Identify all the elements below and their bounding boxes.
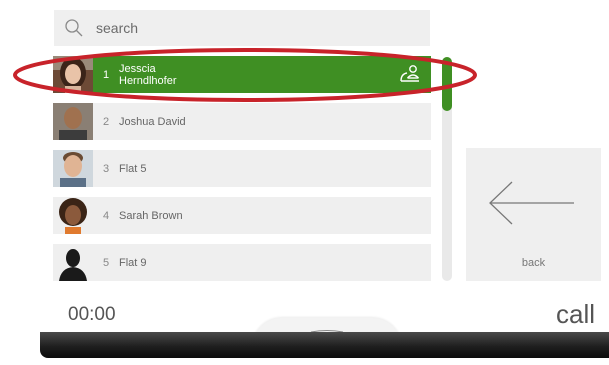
search-bar[interactable]: search [54, 10, 430, 46]
contact-name: Jesscia Herndlhofer [119, 63, 176, 87]
intercom-screen: search 1 Jesscia Herndlhofer 2 Joshua Da… [0, 0, 609, 348]
contact-row-1[interactable]: 1 Jesscia Herndlhofer [53, 56, 431, 93]
device-bezel-shadow [40, 332, 609, 358]
contact-number: 3 [102, 162, 110, 175]
bald-man-photo [53, 103, 93, 140]
contact-row-4[interactable]: 4 Sarah Brown [53, 197, 431, 234]
avatar [53, 244, 93, 281]
contact-number: 2 [102, 115, 110, 128]
back-label: back [521, 257, 546, 269]
contact-name-line1: Jesscia [119, 62, 156, 75]
scrollbar-thumb[interactable] [442, 57, 452, 111]
contact-name: Flat 9 [119, 256, 147, 269]
contact-name: Joshua David [119, 115, 186, 128]
contact-row-3[interactable]: 3 Flat 5 [53, 150, 431, 187]
woman-photo [53, 56, 93, 93]
call-timer: 00:00 [68, 304, 116, 325]
contact-row-2[interactable]: 2 Joshua David [53, 103, 431, 140]
call-button[interactable]: call [556, 299, 595, 330]
contact-number: 4 [102, 209, 110, 222]
search-placeholder: search [96, 20, 139, 36]
curly-hair-woman-photo [53, 197, 93, 234]
silhouette-icon [53, 244, 93, 281]
contact-name: Flat 5 [119, 162, 147, 175]
avatar [53, 150, 93, 187]
contact-number: 5 [102, 256, 110, 269]
contact-row-5[interactable]: 5 Flat 9 [53, 244, 431, 281]
smiling-man-photo [53, 150, 93, 187]
person-call-icon [400, 65, 420, 82]
avatar [53, 56, 93, 93]
contact-name-line2: Herndlhofer [119, 74, 177, 87]
search-icon [65, 19, 83, 37]
back-button[interactable]: back [466, 148, 601, 281]
contact-name: Sarah Brown [119, 209, 183, 222]
arrow-left-icon [489, 181, 574, 225]
contact-number: 1 [102, 68, 110, 81]
avatar [53, 103, 93, 140]
contact-list-scrollbar[interactable] [442, 57, 452, 281]
avatar [53, 197, 93, 234]
